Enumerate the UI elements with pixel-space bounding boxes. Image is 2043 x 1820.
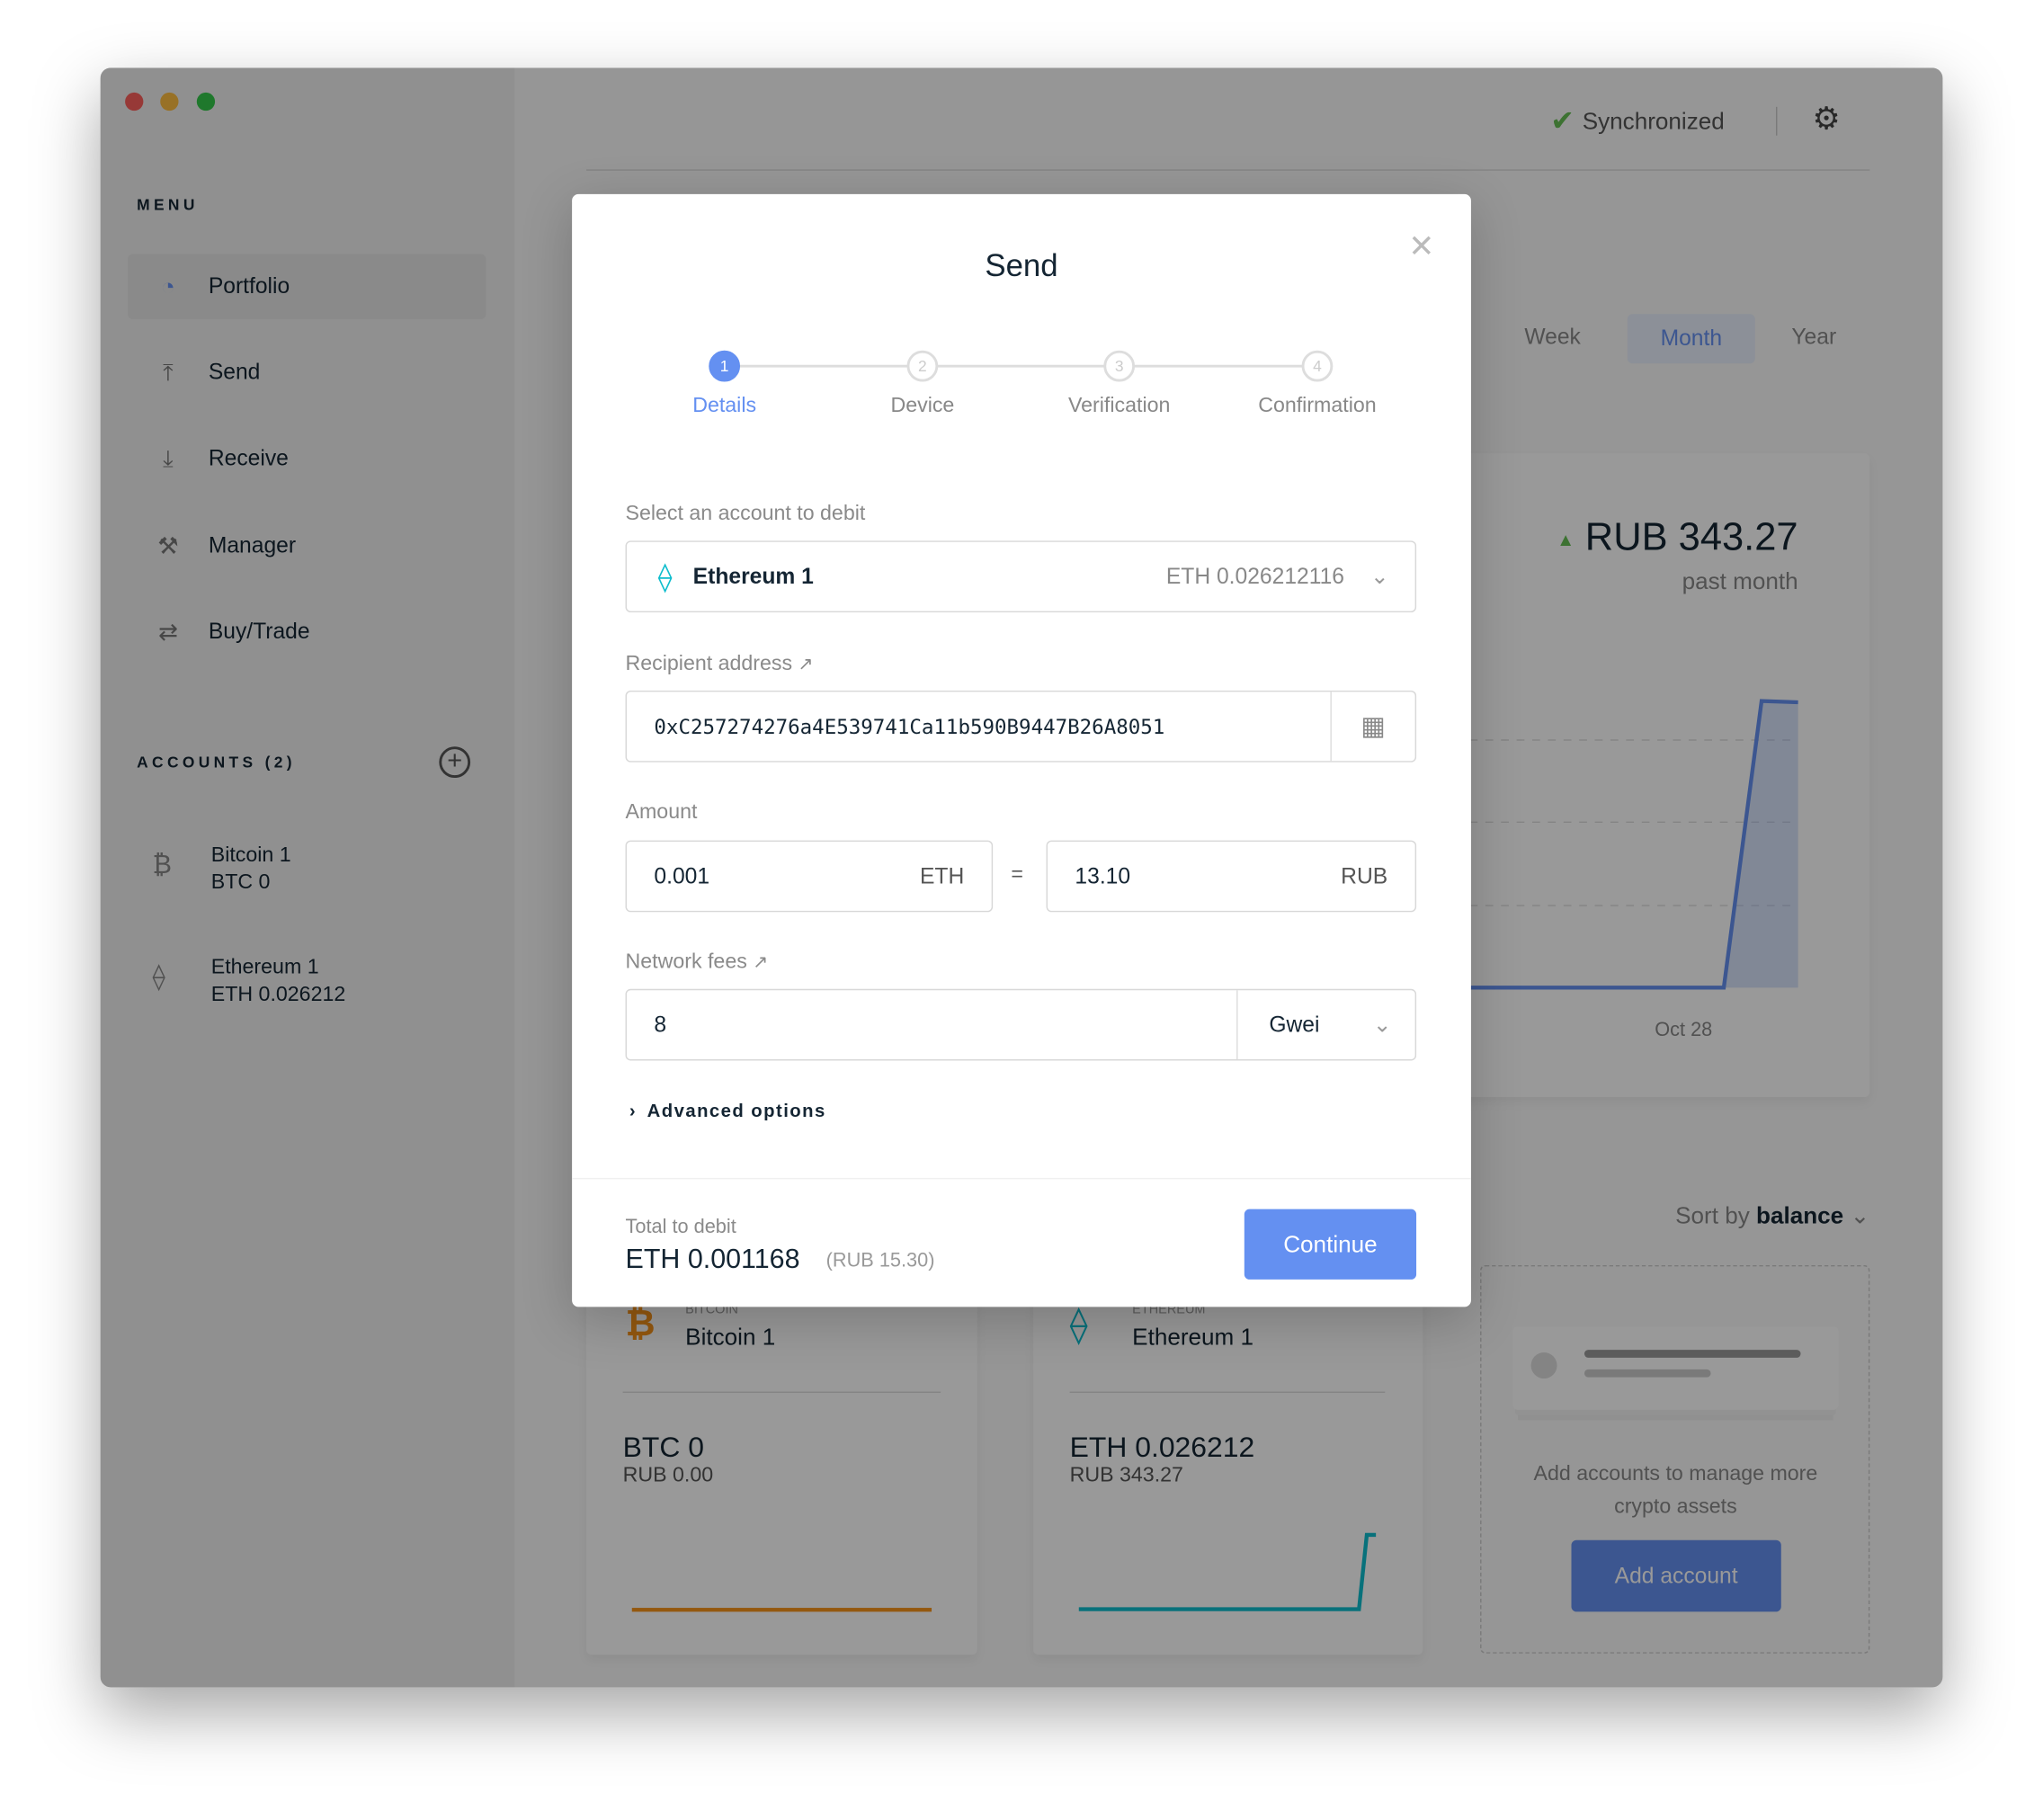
account-name: Ethereum 1 [692,563,814,589]
fees-label: Network fees ↗ [625,950,769,974]
fiat-amount-input[interactable]: 13.10 RUB [1046,840,1417,913]
step-device-label: Device [890,395,955,417]
amount-unit: ETH [919,862,965,888]
total-fiat: (RUB 15.30) [825,1249,935,1272]
advanced-options-toggle[interactable]: › Advanced options [629,1100,826,1120]
step-details-label: Details [692,395,757,417]
chevron-right-icon: › [629,1099,638,1121]
step-2-indicator: 2 [906,350,939,382]
close-icon[interactable]: ✕ [1408,228,1434,266]
modal-title: Send [985,248,1058,284]
fees-input[interactable]: 8 Gwei ⌄ [625,988,1417,1061]
external-link-icon[interactable]: ↗ [753,951,768,972]
equals-sign: = [1011,863,1023,887]
recipient-value: 0xC257274276a4E539741Ca11b590B9447B26A80… [654,714,1165,738]
amount-input[interactable]: 0.001 ETH [625,840,994,913]
step-3-indicator: 3 [1103,350,1136,382]
continue-button[interactable]: Continue [1244,1209,1417,1280]
recipient-label: Recipient address ↗ [625,652,814,675]
total-value: ETH 0.001168 [625,1244,800,1275]
chevron-down-icon: ⌄ [1372,1012,1392,1037]
total-label: Total to debit [625,1215,736,1238]
fiat-unit: RUB [1341,862,1388,888]
step-4-indicator: 4 [1301,350,1334,382]
amount-label: Amount [625,801,698,824]
account-select[interactable]: ⟠ Ethereum 1 ETH 0.026212116 ⌄ [625,540,1417,613]
account-label: Select an account to debit [625,503,866,525]
recipient-input[interactable]: 0xC257274276a4E539741Ca11b590B9447B26A80… [625,690,1417,763]
step-1-indicator: 1 [709,350,741,382]
step-verification-label: Verification [1067,395,1171,417]
fees-unit-select[interactable]: Gwei ⌄ [1236,990,1415,1060]
external-link-icon[interactable]: ↗ [798,653,814,674]
step-confirmation-label: Confirmation [1258,395,1377,417]
footer-divider [572,1177,1471,1180]
qr-code-icon[interactable]: ▦ [1330,691,1414,762]
send-modal: Send ✕ 1 2 3 4 Details Device Verificati… [572,193,1471,1307]
stepper-line [724,364,1317,368]
account-balance: ETH 0.026212116 [1165,563,1345,589]
ethereum-icon: ⟠ [657,559,673,593]
chevron-down-icon: ⌄ [1369,563,1389,589]
